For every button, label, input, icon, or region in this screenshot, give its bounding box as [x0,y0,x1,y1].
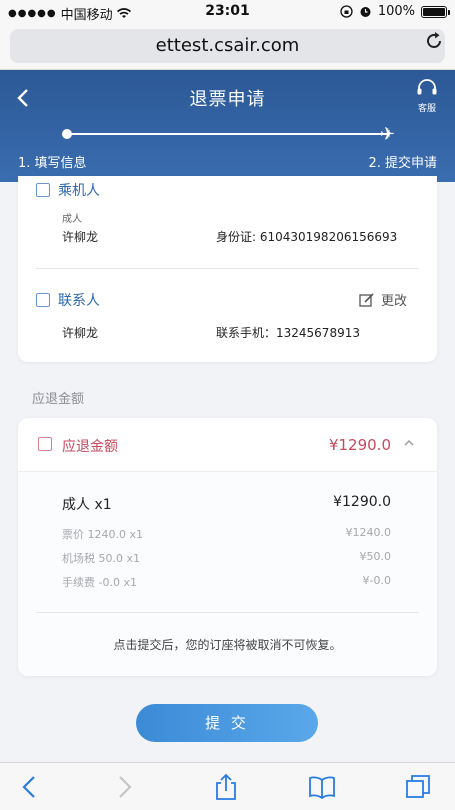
page-title: 退票申请 [189,89,266,110]
refund-details: 成人 x1 ¥1290.0 票价 1240.0 x1 ¥1240.0 机场税 5… [18,472,437,676]
browser-url-area: ettest.csair.com [0,24,455,70]
fee-service-value: ¥-0.0 [362,574,391,587]
passenger-type: 成人 [62,214,82,225]
customer-service-button[interactable]: 客服 [413,78,441,114]
pax-label: 成人 x1 [62,497,112,513]
alarm-icon [360,7,371,17]
fee-service-label: 手续费 -0.0 x1 [62,576,137,589]
fee-tax-value: ¥50.0 [359,550,392,563]
passenger-contact-card: 乘机人 成人 许柳龙 身份证: 610430198206156693 联系人 更… [18,176,437,362]
edit-label: 更改 [380,294,407,309]
refund-label: 应退金额 [62,439,118,455]
refund-summary-row[interactable]: 应退金额 ¥1290.0 [18,418,437,472]
contact-name: 许柳龙 [62,326,99,340]
tabs-icon[interactable] [404,773,432,801]
refund-card: 应退金额 ¥1290.0 成人 x1 ¥1290.0 票价 1240.0 x1 … [18,418,437,676]
bookmarks-icon[interactable] [308,773,336,801]
passenger-icon [36,183,50,197]
passenger-id: 身份证: 610430198206156693 [216,230,398,244]
service-label: 客服 [417,104,436,114]
step-2-label: 2. 提交申请 [368,156,437,171]
battery-icon [421,5,450,18]
phone-icon [36,293,50,307]
plane-icon: ✈ [380,124,396,145]
refund-total: ¥1290.0 [328,436,391,454]
contact-phone: 联系手机：13245678913 [216,326,360,340]
status-bar: ●●●●● 中国移动 23:01 100% [0,0,455,24]
url-bar[interactable]: ettest.csair.com [10,29,445,63]
submit-button[interactable]: 提 交 [136,704,318,742]
reload-icon[interactable] [423,30,445,52]
divider [36,612,419,613]
fee-fare-value: ¥1240.0 [345,526,392,539]
rotation-lock-icon [340,5,353,18]
progress-line [66,133,388,135]
passenger-name: 许柳龙 [62,230,99,244]
app-header: 退票申请 客服 ✈ 1. 填写信息 2. 提交申请 [0,70,455,182]
passenger-section-label: 乘机人 [58,183,100,199]
edit-contact-button[interactable]: 更改 [359,290,407,309]
status-right: 100% [340,4,450,19]
cancel-warning: 点击提交后，您的订座将被取消不可恢复。 [113,638,342,652]
refund-section-title: 应退金额 [32,392,85,407]
passenger-section-header: 乘机人 [36,180,100,200]
pax-total: ¥1290.0 [333,494,391,510]
step-1-label: 1. 填写信息 [18,156,87,171]
fee-tax-label: 机场税 50.0 x1 [62,552,140,565]
receipt-icon [38,437,52,451]
browser-toolbar [0,762,455,810]
contact-section-header: 联系人 [36,290,100,310]
share-icon[interactable] [212,773,240,801]
headset-icon [417,79,437,95]
divider [36,268,419,269]
browser-forward-icon[interactable] [110,773,138,801]
chevron-up-icon[interactable] [403,437,415,449]
edit-icon [359,292,374,307]
progress-dot [62,129,72,139]
battery-percent: 100% [377,4,415,19]
browser-back-icon[interactable] [16,773,44,801]
contact-section-label: 联系人 [58,293,100,309]
fee-fare-label: 票价 1240.0 x1 [62,528,143,541]
